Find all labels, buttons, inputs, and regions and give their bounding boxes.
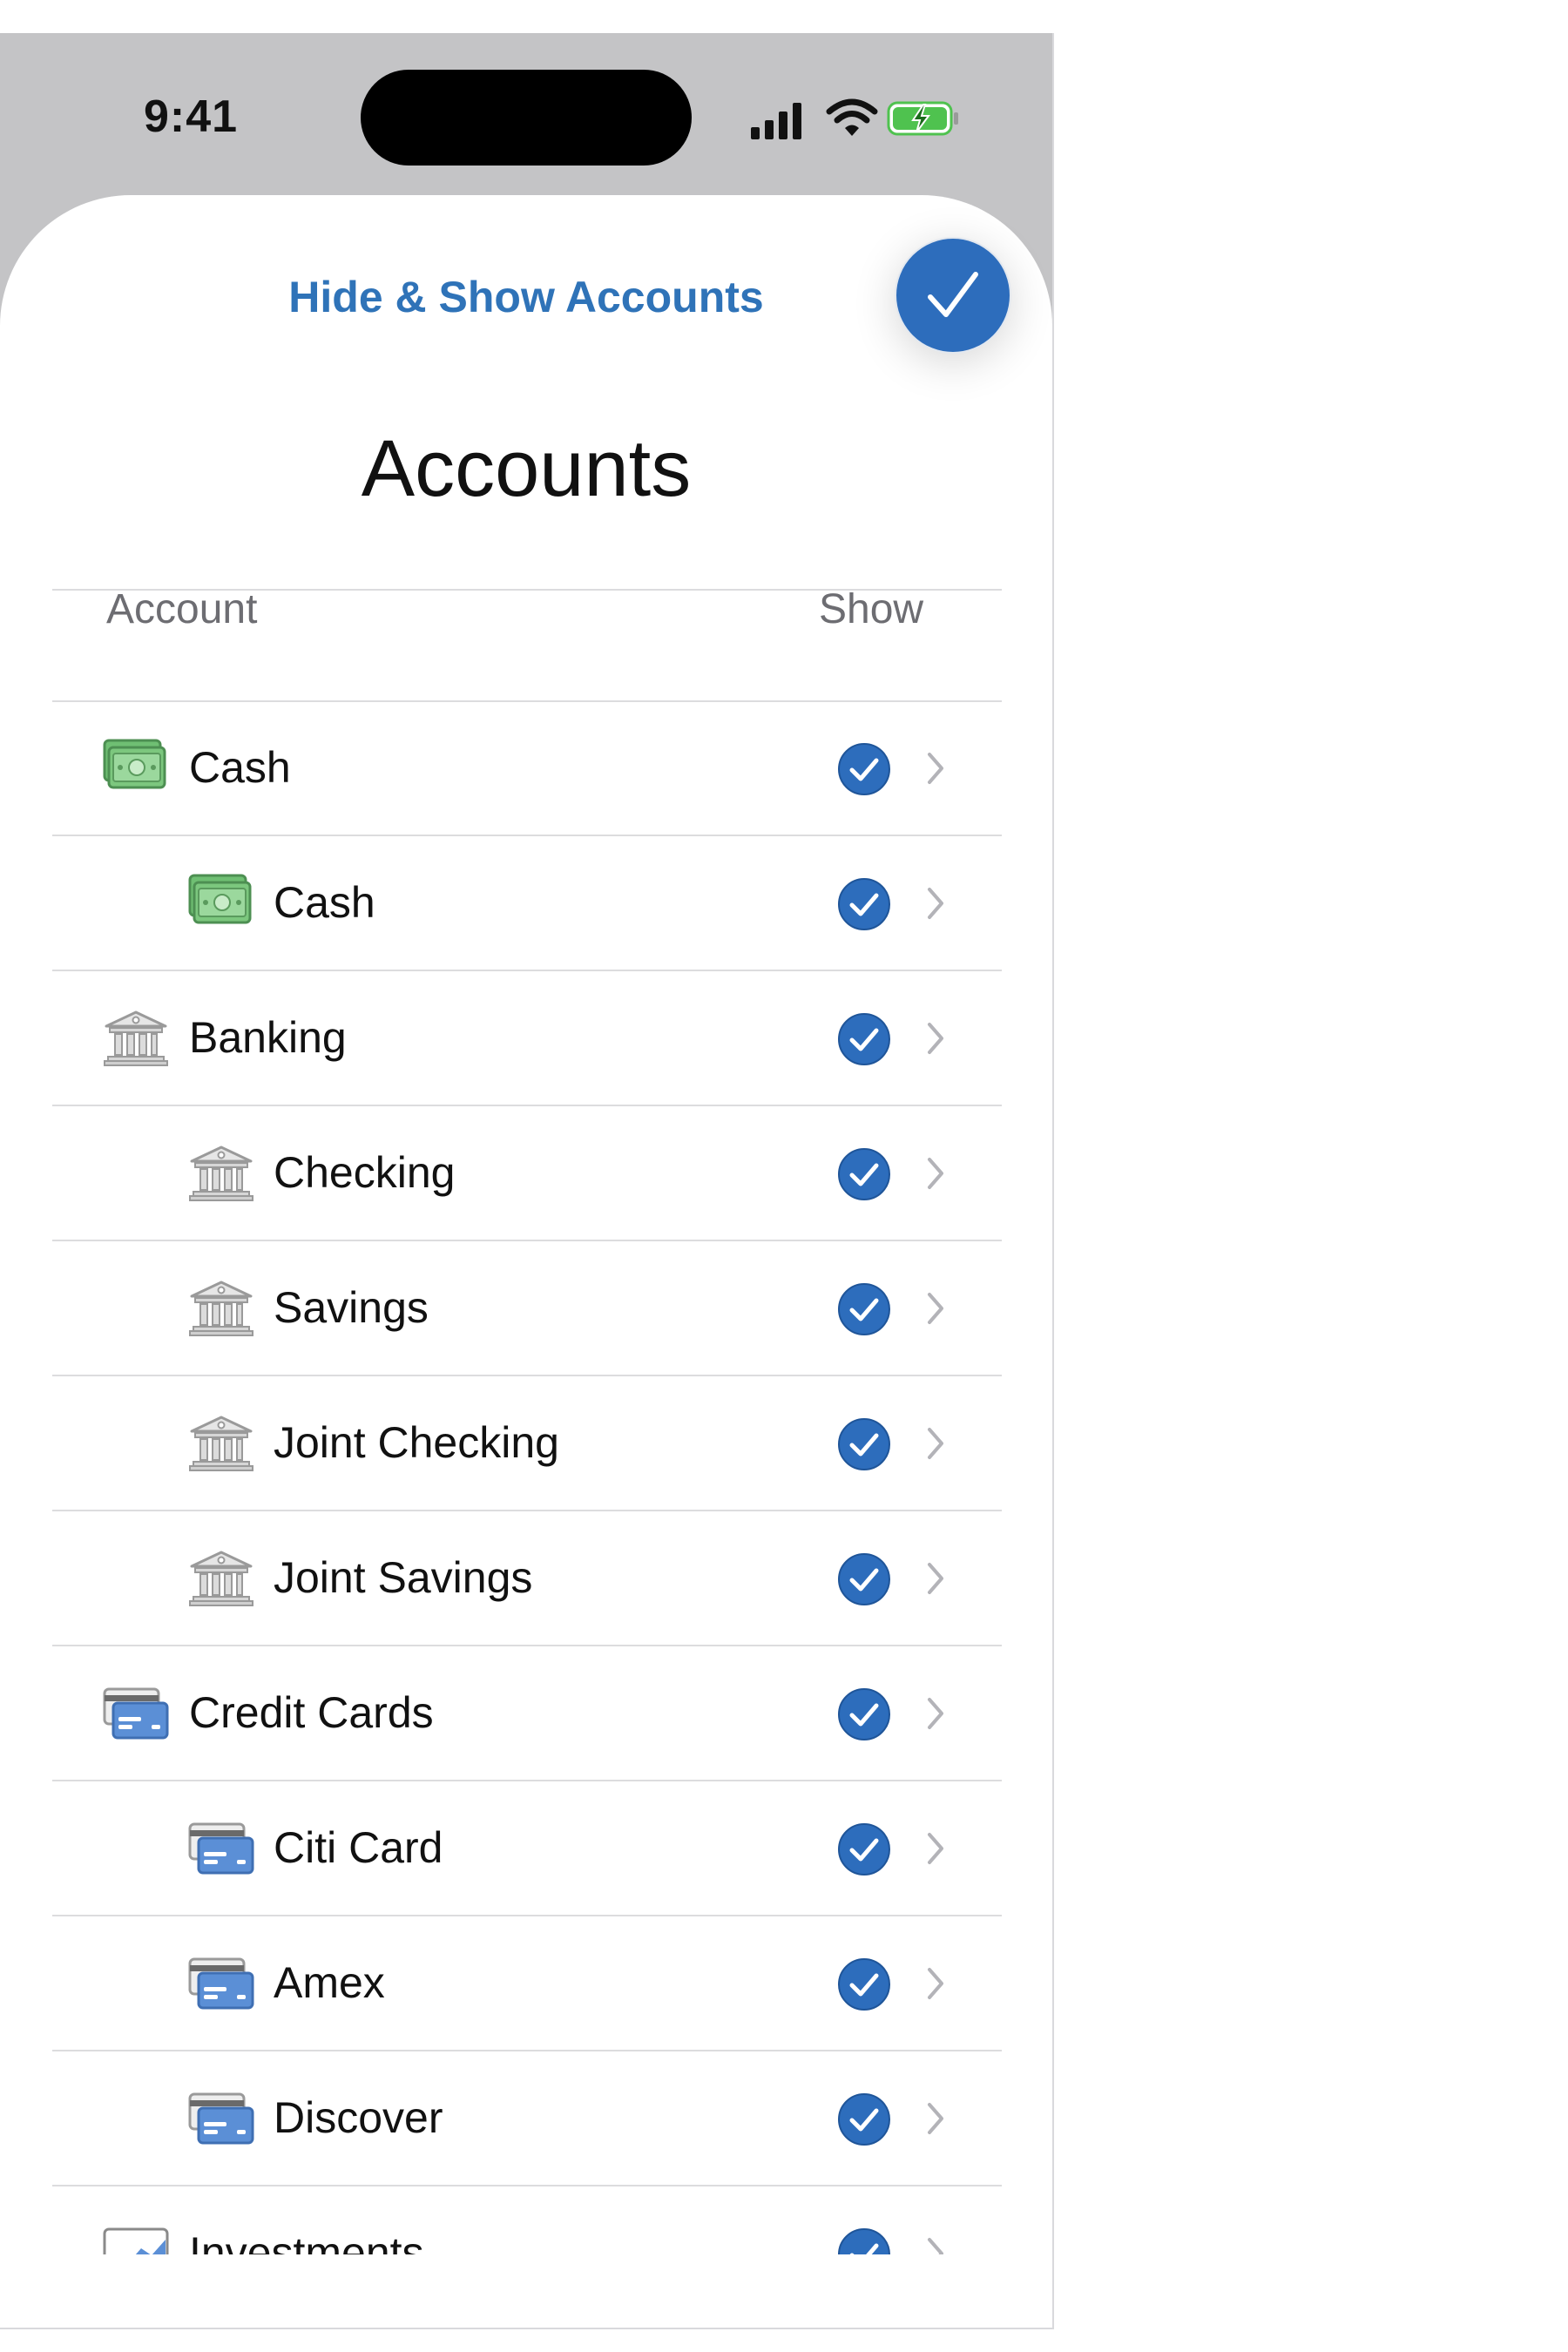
- list-bottom-fade: [0, 2254, 1052, 2328]
- account-label: Joint Checking: [274, 1418, 559, 1467]
- checkmark-icon: [928, 272, 978, 317]
- row-divider: [52, 1510, 1002, 1511]
- show-checkbox-icon[interactable]: [837, 877, 891, 931]
- show-checkbox-icon[interactable]: [837, 2092, 891, 2146]
- phone-frame: 9:41 Hide & Show Accounts Accounts Accou…: [0, 33, 1054, 2329]
- account-row[interactable]: Cash: [52, 702, 1002, 836]
- row-divider: [52, 1375, 1002, 1376]
- credit-card-icon: [188, 1819, 254, 1876]
- chevron-right-icon[interactable]: [926, 1561, 945, 1596]
- credit-card-icon: [188, 1954, 254, 2011]
- bank-icon: [188, 1414, 254, 1471]
- bank-icon: [103, 1009, 169, 1066]
- account-label: Amex: [274, 1958, 385, 2007]
- row-divider: [52, 1645, 1002, 1646]
- account-label: Savings: [274, 1283, 429, 1332]
- status-bar: 9:41: [0, 33, 1052, 199]
- chevron-right-icon[interactable]: [926, 2101, 945, 2136]
- credit-card-icon: [188, 2089, 254, 2146]
- account-row[interactable]: Checking: [52, 1107, 1002, 1241]
- chevron-right-icon[interactable]: [926, 1966, 945, 2001]
- account-row[interactable]: Discover: [52, 2052, 1002, 2186]
- row-divider: [52, 1105, 1002, 1106]
- show-checkbox-icon[interactable]: [837, 1552, 891, 1606]
- account-row[interactable]: Joint Savings: [52, 1512, 1002, 1646]
- account-row[interactable]: Joint Checking: [52, 1377, 1002, 1511]
- show-checkbox-icon[interactable]: [837, 1687, 891, 1741]
- row-divider: [52, 2185, 1002, 2186]
- account-row[interactable]: Amex: [52, 1917, 1002, 2051]
- account-label: Discover: [274, 2093, 443, 2142]
- battery-charging-icon: [887, 101, 958, 136]
- dynamic-island: [361, 70, 692, 166]
- account-row[interactable]: Savings: [52, 1242, 1002, 1376]
- chevron-right-icon[interactable]: [926, 1696, 945, 1731]
- page-heading: Accounts: [361, 424, 692, 513]
- account-label: Banking: [189, 1013, 347, 1062]
- account-row[interactable]: Banking: [52, 972, 1002, 1106]
- show-checkbox-icon[interactable]: [837, 1012, 891, 1066]
- show-checkbox-icon[interactable]: [837, 742, 891, 796]
- bank-icon: [188, 1549, 254, 1606]
- row-divider: [52, 835, 1002, 836]
- credit-card-icon: [103, 1684, 169, 1741]
- account-label: Joint Savings: [274, 1553, 533, 1602]
- done-button[interactable]: [895, 237, 1011, 354]
- chevron-right-icon[interactable]: [926, 751, 945, 786]
- chevron-right-icon[interactable]: [926, 886, 945, 921]
- account-row[interactable]: Citi Card: [52, 1782, 1002, 1916]
- show-checkbox-icon[interactable]: [837, 1282, 891, 1336]
- account-label: Citi Card: [274, 1823, 443, 1872]
- show-checkbox-icon[interactable]: [837, 1822, 891, 1876]
- account-label: Checking: [274, 1148, 456, 1197]
- account-row[interactable]: Cash: [52, 837, 1002, 971]
- chevron-right-icon[interactable]: [926, 1156, 945, 1191]
- row-divider: [52, 1780, 1002, 1781]
- show-checkbox-icon[interactable]: [837, 1417, 891, 1471]
- cellular-signal-icon: [751, 103, 801, 139]
- row-divider: [52, 970, 1002, 971]
- account-label: Cash: [189, 743, 291, 792]
- cash-icon: [103, 739, 169, 796]
- bottom-sheet: Hide & Show Accounts Accounts Account Sh…: [0, 195, 1052, 2328]
- bank-icon: [188, 1144, 254, 1201]
- column-header-show: Show: [819, 586, 924, 632]
- row-divider: [52, 2050, 1002, 2051]
- wifi-icon: [826, 98, 878, 136]
- status-time: 9:41: [144, 91, 239, 142]
- row-divider: [52, 1240, 1002, 1241]
- show-checkbox-icon[interactable]: [837, 1957, 891, 2011]
- chevron-right-icon[interactable]: [926, 1426, 945, 1461]
- cash-icon: [188, 874, 254, 931]
- account-row[interactable]: Credit Cards: [52, 1647, 1002, 1781]
- account-label: Credit Cards: [189, 1688, 434, 1737]
- chevron-right-icon[interactable]: [926, 1831, 945, 1866]
- show-checkbox-icon[interactable]: [837, 1147, 891, 1201]
- column-header-account: Account: [106, 586, 258, 632]
- status-icons: [751, 98, 960, 146]
- account-label: Cash: [274, 878, 375, 927]
- bank-icon: [188, 1279, 254, 1336]
- chevron-right-icon[interactable]: [926, 1021, 945, 1056]
- row-divider: [52, 1915, 1002, 1916]
- chevron-right-icon[interactable]: [926, 1291, 945, 1326]
